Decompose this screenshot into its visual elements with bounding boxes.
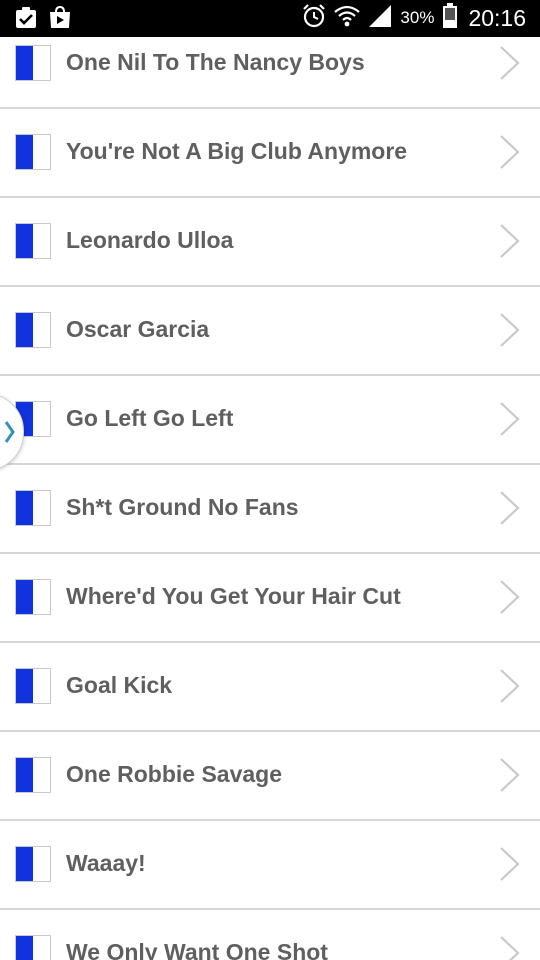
list-item[interactable]: You're Not A Big Club Anymore [0,109,540,198]
wifi-icon [334,4,361,33]
alarm-icon [302,3,326,34]
clipboard-check-icon [14,6,38,30]
clock: 20:16 [468,4,526,31]
list-item[interactable]: Oscar Garcia [0,287,540,376]
list-item-label: Goal Kick [66,672,173,698]
team-flag-icon [15,134,51,170]
chevron-right-icon [500,669,520,703]
chevron-right-icon [500,491,520,525]
team-flag-icon [15,490,51,526]
list-item-label: One Robbie Savage [66,761,283,787]
team-flag-icon [15,579,51,615]
list-item[interactable]: Sh*t Ground No Fans [0,465,540,554]
list-item[interactable]: Go Left Go Left [0,376,540,465]
chevron-right-icon [500,580,520,614]
list-item[interactable]: One Robbie Savage [0,732,540,821]
list-item-label: Go Left Go Left [66,405,234,431]
flag-blue-stripe [16,135,33,169]
chevron-right-icon [500,936,520,960]
chevron-right-icon [500,847,520,881]
battery-icon [442,2,458,34]
chevron-right-icon [500,46,520,80]
flag-blue-stripe [16,580,33,614]
list-item[interactable]: Leonardo Ulloa [0,198,540,287]
flag-blue-stripe [16,936,33,960]
list-item-label: One Nil To The Nancy Boys [66,49,365,75]
system-icons: 30% 20:16 [302,2,526,34]
play-store-icon [48,5,72,30]
list-item-label: Oscar Garcia [66,316,210,342]
list-item-label: Sh*t Ground No Fans [66,494,299,520]
list-item[interactable]: Where'd You Get Your Hair Cut [0,554,540,643]
chevron-right-icon [5,421,15,443]
team-flag-icon [15,757,51,793]
flag-blue-stripe [16,313,33,347]
signal-icon [368,4,392,33]
chevron-right-icon [500,224,520,258]
team-flag-icon [15,45,51,81]
list-item-label: Leonardo Ulloa [66,227,234,253]
flag-blue-stripe [16,46,33,80]
battery-percent: 30% [400,8,435,27]
list-item[interactable]: Waaay! [0,821,540,910]
list-item[interactable]: One Nil To The Nancy Boys [0,37,540,109]
team-flag-icon [15,846,51,882]
list-item-label: Waaay! [66,850,146,876]
list-item-label: Where'd You Get Your Hair Cut [66,583,401,609]
list-item[interactable]: Goal Kick [0,643,540,732]
chevron-right-icon [500,313,520,347]
list-item[interactable]: We Only Want One Shot [0,910,540,960]
team-flag-icon [15,935,51,960]
flag-blue-stripe [16,491,33,525]
team-flag-icon [15,668,51,704]
flag-blue-stripe [16,758,33,792]
chevron-right-icon [500,135,520,169]
list-item-label: You're Not A Big Club Anymore [66,138,408,164]
status-bar: 30% 20:16 [0,0,540,37]
chant-list[interactable]: One Nil To The Nancy Boys You're Not A Bi… [0,37,540,960]
chevron-right-icon [500,758,520,792]
team-flag-icon [15,223,51,259]
notification-icons [14,5,72,30]
flag-blue-stripe [16,847,33,881]
flag-blue-stripe [16,669,33,703]
list-item-label: We Only Want One Shot [66,939,328,960]
team-flag-icon [15,312,51,348]
chant-list-inner: One Nil To The Nancy Boys You're Not A Bi… [0,37,540,960]
flag-blue-stripe [16,224,33,258]
chevron-right-icon [500,402,520,436]
